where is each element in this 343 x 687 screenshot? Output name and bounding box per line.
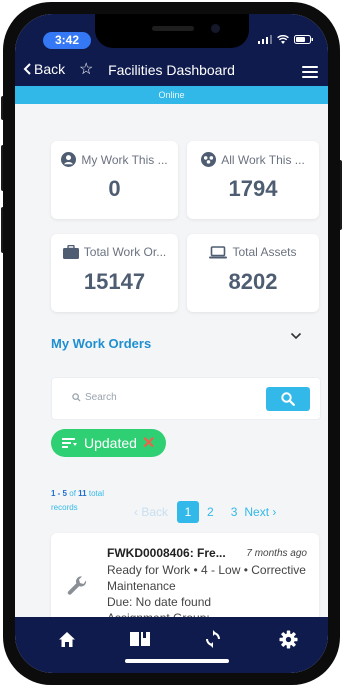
tab-library[interactable] <box>130 629 150 649</box>
briefcase-icon <box>62 245 79 259</box>
home-icon <box>59 631 75 647</box>
work-order-status: Ready for Work • 4 - Low • Corrective <box>107 563 306 577</box>
work-order-type: Maintenance <box>107 579 176 593</box>
device-notch <box>95 14 249 48</box>
filter-chip-updated[interactable]: Updated ✕ <box>51 429 166 457</box>
user-circle-icon <box>61 152 77 167</box>
app-screen: 3:42 Back ☆ Facilities Dashboard Online … <box>15 14 328 673</box>
wifi-icon <box>277 35 289 44</box>
stat-value: 0 <box>108 176 121 201</box>
record-count: 1 - 5 of 11 total records <box>51 489 104 512</box>
book-icon <box>130 630 150 646</box>
stat-label: Total Assets <box>232 245 297 259</box>
wrench-icon <box>67 576 87 595</box>
work-order-age: 7 months ago <box>246 548 307 559</box>
page-title: Facilities Dashboard <box>108 62 235 78</box>
tab-settings[interactable] <box>278 629 298 649</box>
signal-icon <box>258 35 272 44</box>
filter-chip-label: Updated <box>84 435 137 451</box>
status-icons <box>258 35 314 44</box>
front-camera <box>211 24 220 33</box>
phone-body: 3:42 Back ☆ Facilities Dashboard Online … <box>3 2 340 685</box>
pagination: ‹ Back 1 2 3 Next › <box>134 501 276 523</box>
stat-label: Total Work Or... <box>83 245 167 259</box>
pager-next-button[interactable]: Next › <box>244 505 276 519</box>
search-button[interactable] <box>266 387 310 411</box>
group-icon <box>201 152 217 167</box>
home-indicator[interactable] <box>125 659 229 663</box>
tab-home[interactable] <box>57 629 77 649</box>
search-icon <box>281 392 295 406</box>
status-time: 3:42 <box>43 32 91 49</box>
search-icon <box>72 393 81 402</box>
stat-card-total-assets[interactable]: Total Assets 8202 <box>187 234 319 312</box>
search-placeholder: Search <box>85 392 117 403</box>
stat-value: 15147 <box>83 269 146 294</box>
stat-label: My Work This ... <box>81 152 168 167</box>
pager-page-1[interactable]: 1 <box>177 501 200 523</box>
phone-bezel: 3:42 Back ☆ Facilities Dashboard Online … <box>15 14 328 673</box>
stat-value: 1794 <box>228 176 278 201</box>
work-order-due: Due: No date found <box>107 595 212 609</box>
chevron-down-icon[interactable] <box>290 332 302 340</box>
device-frame: 3:42 Back ☆ Facilities Dashboard Online … <box>0 0 343 687</box>
stat-card-total-work-orders[interactable]: Total Work Or... 15147 <box>51 234 178 312</box>
bottom-tab-bar <box>15 617 328 673</box>
nav-bar: Back ☆ Facilities Dashboard <box>15 56 328 86</box>
pager-page-2[interactable]: 2 <box>207 505 214 519</box>
sort-filter-icon <box>62 438 77 448</box>
connection-status-banner: Online <box>15 86 328 104</box>
hamburger-menu-icon[interactable] <box>302 66 318 81</box>
work-order-id: FWKD0008406: Fre... <box>107 546 226 560</box>
stat-value: 8202 <box>228 269 278 294</box>
search-input[interactable]: Search <box>51 377 321 420</box>
status-bar: 3:42 <box>15 14 328 56</box>
tab-sync[interactable] <box>203 629 223 649</box>
sync-icon <box>206 630 220 648</box>
pager-back-button[interactable]: ‹ Back <box>134 505 168 519</box>
section-title-my-work-orders[interactable]: My Work Orders <box>51 336 151 351</box>
gear-icon <box>278 629 298 649</box>
battery-icon <box>294 35 313 44</box>
stat-card-all-work[interactable]: All Work This ... 1794 <box>187 141 319 219</box>
stat-label: All Work This ... <box>221 152 305 167</box>
speaker-grille <box>152 26 194 31</box>
laptop-icon <box>209 245 228 258</box>
stat-card-my-work[interactable]: My Work This ... 0 <box>51 141 178 219</box>
pager-page-3[interactable]: 3 <box>231 505 238 519</box>
remove-filter-icon[interactable]: ✕ <box>142 433 155 453</box>
